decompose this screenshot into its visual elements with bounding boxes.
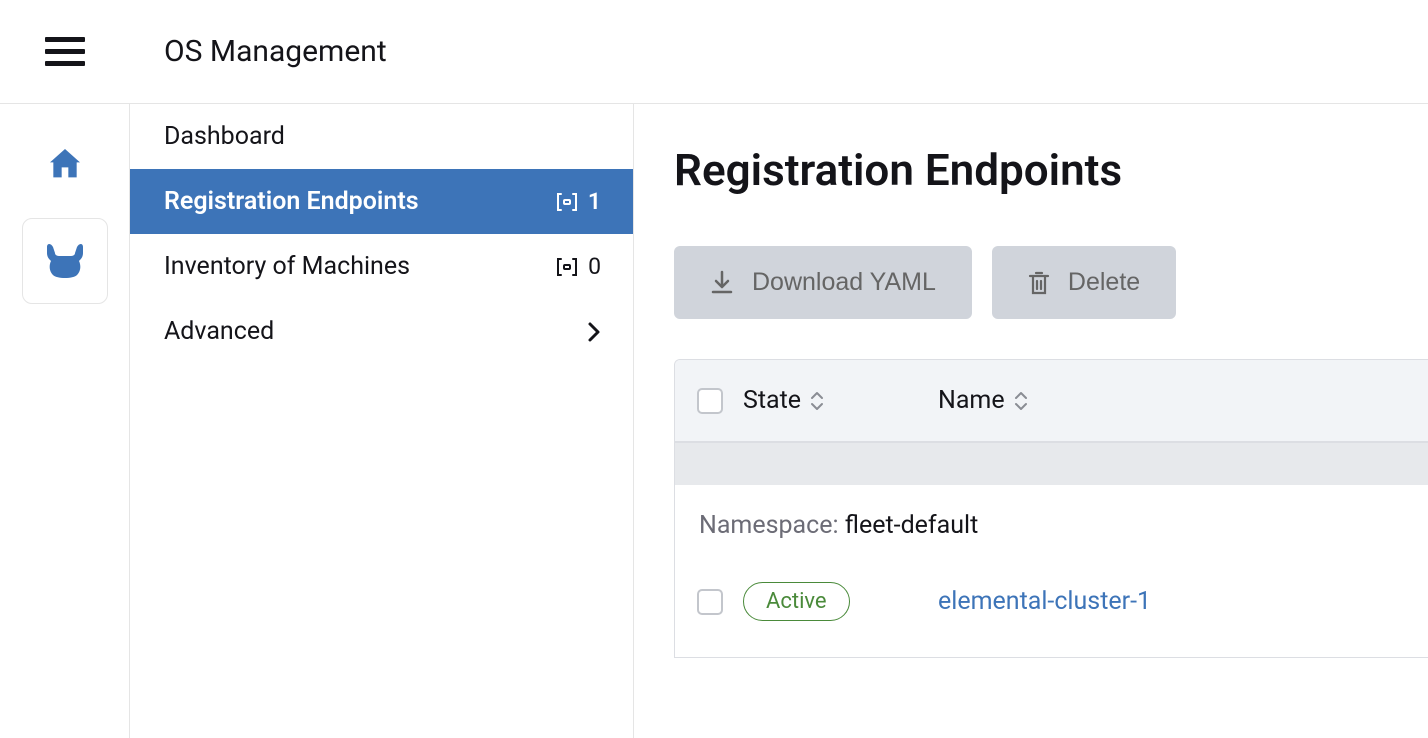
table-header: State Name	[675, 360, 1428, 443]
action-row: Download YAML Delete	[674, 246, 1428, 319]
download-yaml-button[interactable]: Download YAML	[674, 246, 972, 319]
icon-rail	[0, 104, 130, 738]
button-label: Download YAML	[752, 268, 936, 297]
nav-label: Registration Endpoints	[164, 187, 419, 216]
namespace-value: fleet-default	[845, 511, 978, 540]
nav-count-group: 0	[556, 253, 601, 280]
namespace-group-header: Namespace: fleet-default	[675, 485, 1428, 558]
column-label: State	[743, 386, 801, 415]
select-all-checkbox[interactable]	[697, 388, 723, 414]
side-nav: Dashboard Registration Endpoints 1 Inven…	[130, 104, 634, 738]
nav-count: 0	[588, 253, 601, 280]
row-name-link[interactable]: elemental-cluster-1	[938, 587, 1151, 616]
top-bar: OS Management	[0, 0, 1428, 104]
home-button[interactable]	[45, 144, 85, 188]
nav-label: Dashboard	[164, 122, 285, 151]
nav-label: Advanced	[164, 317, 274, 346]
delete-button[interactable]: Delete	[992, 246, 1176, 319]
content-title: Registration Endpoints	[674, 144, 1428, 196]
page-title: OS Management	[130, 34, 387, 69]
nav-item-dashboard[interactable]: Dashboard	[130, 104, 633, 169]
nav-count: 1	[588, 188, 601, 215]
resource-icon	[556, 192, 578, 212]
download-icon	[710, 270, 734, 296]
resource-icon	[556, 257, 578, 277]
column-label: Name	[938, 386, 1005, 415]
bull-icon	[41, 241, 89, 281]
product-button[interactable]	[22, 218, 108, 304]
button-label: Delete	[1068, 268, 1140, 297]
namespace-label: Namespace:	[699, 511, 845, 540]
nav-label: Inventory of Machines	[164, 252, 410, 281]
row-checkbox[interactable]	[697, 589, 723, 615]
content-area: Registration Endpoints Download YAML Del…	[634, 104, 1428, 738]
sort-icon	[1013, 390, 1029, 412]
hamburger-icon	[45, 37, 85, 67]
nav-item-registration-endpoints[interactable]: Registration Endpoints 1	[130, 169, 633, 234]
nav-item-inventory[interactable]: Inventory of Machines 0	[130, 234, 633, 299]
hamburger-menu-button[interactable]	[0, 37, 130, 67]
sort-icon	[809, 390, 825, 412]
column-header-state[interactable]: State	[743, 386, 918, 415]
column-header-name[interactable]: Name	[938, 386, 1406, 415]
nav-count-group: 1	[556, 188, 601, 215]
table: State Name Namespace: fleet-default	[674, 359, 1428, 658]
group-spacer	[675, 443, 1428, 485]
trash-icon	[1028, 270, 1050, 296]
table-row: Active elemental-cluster-1	[675, 558, 1428, 657]
home-icon	[45, 144, 85, 184]
chevron-right-icon	[587, 321, 601, 343]
nav-item-advanced[interactable]: Advanced	[130, 299, 633, 364]
status-badge: Active	[743, 582, 850, 621]
